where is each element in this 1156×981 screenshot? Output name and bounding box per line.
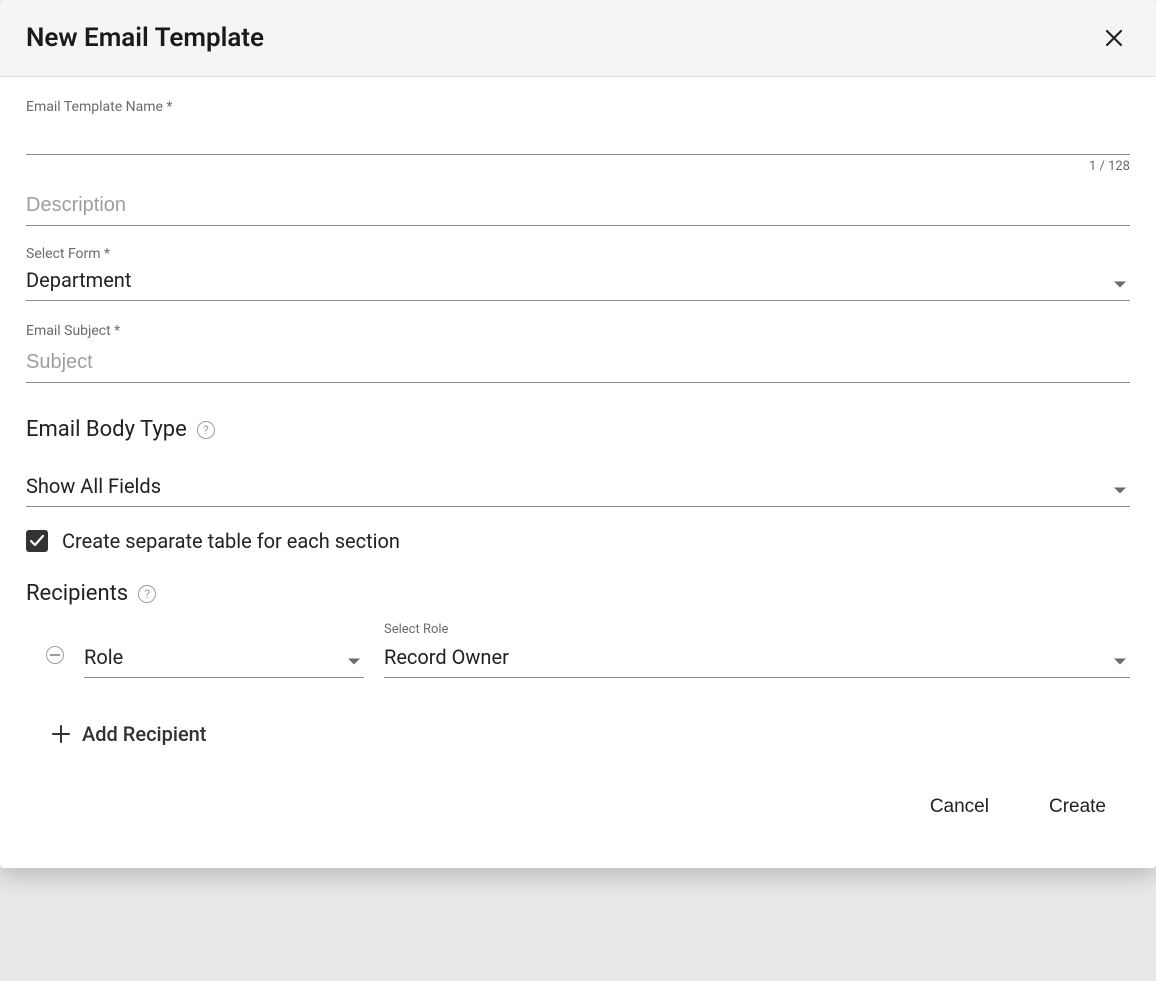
dropdown-arrow-icon — [348, 650, 360, 669]
recipient-type-value: Role — [84, 645, 123, 669]
minus-icon — [50, 654, 60, 656]
dialog-body: Email Template Name * 1 / 128 Select For… — [0, 77, 1156, 756]
dialog-title: New Email Template — [26, 23, 264, 53]
close-icon — [1102, 26, 1126, 50]
template-name-label: Email Template Name * — [26, 99, 1130, 115]
add-recipient-label: Add Recipient — [82, 722, 206, 746]
email-subject-input[interactable] — [26, 341, 1130, 383]
description-field — [26, 184, 1130, 226]
select-role-label: Select Role — [384, 622, 1130, 637]
dialog-header: New Email Template — [0, 0, 1156, 77]
add-recipient-button[interactable]: Add Recipient — [52, 722, 1130, 746]
check-icon — [29, 533, 45, 549]
template-name-field: Email Template Name * 1 / 128 — [26, 99, 1130, 174]
body-type-dropdown[interactable]: Show All Fields — [26, 470, 1130, 507]
dialog-footer: Cancel Create — [0, 756, 1156, 868]
body-type-heading-text: Email Body Type — [26, 417, 187, 442]
recipient-row: Role Select Role Record Owner — [46, 622, 1130, 678]
select-form-field: Select Form * Department — [26, 246, 1130, 301]
select-form-dropdown[interactable]: Department — [26, 264, 1130, 301]
remove-recipient-button[interactable] — [46, 646, 64, 664]
recipients-heading-text: Recipients — [26, 581, 128, 606]
body-type-heading: Email Body Type ? — [26, 417, 1130, 442]
dropdown-arrow-icon — [1114, 273, 1126, 292]
recipients-heading: Recipients ? — [26, 581, 1130, 606]
plus-icon — [52, 725, 70, 743]
help-icon[interactable]: ? — [197, 421, 215, 439]
separate-table-checkbox-row: Create separate table for each section — [26, 529, 1130, 553]
description-input[interactable] — [26, 184, 1130, 226]
body-type-value: Show All Fields — [26, 474, 161, 498]
select-form-value: Department — [26, 268, 131, 292]
recipient-role-field: Select Role Record Owner — [384, 622, 1130, 678]
separate-table-label: Create separate table for each section — [62, 529, 400, 553]
recipient-type-dropdown[interactable]: Role — [84, 641, 364, 678]
separate-table-checkbox[interactable] — [26, 530, 48, 552]
template-name-input[interactable] — [26, 117, 1130, 155]
dropdown-arrow-icon — [1114, 650, 1126, 669]
template-name-counter: 1 / 128 — [26, 159, 1130, 174]
email-subject-label: Email Subject * — [26, 323, 1130, 339]
create-button[interactable]: Create — [1049, 796, 1106, 818]
dropdown-arrow-icon — [1114, 479, 1126, 498]
recipient-role-value: Record Owner — [384, 645, 509, 669]
new-email-template-dialog: New Email Template Email Template Name *… — [0, 0, 1156, 868]
select-form-label: Select Form * — [26, 246, 1130, 262]
help-icon[interactable]: ? — [138, 585, 156, 603]
close-button[interactable] — [1098, 22, 1130, 54]
cancel-button[interactable]: Cancel — [930, 796, 989, 818]
email-subject-field: Email Subject * — [26, 323, 1130, 383]
recipient-role-dropdown[interactable]: Record Owner — [384, 641, 1130, 678]
